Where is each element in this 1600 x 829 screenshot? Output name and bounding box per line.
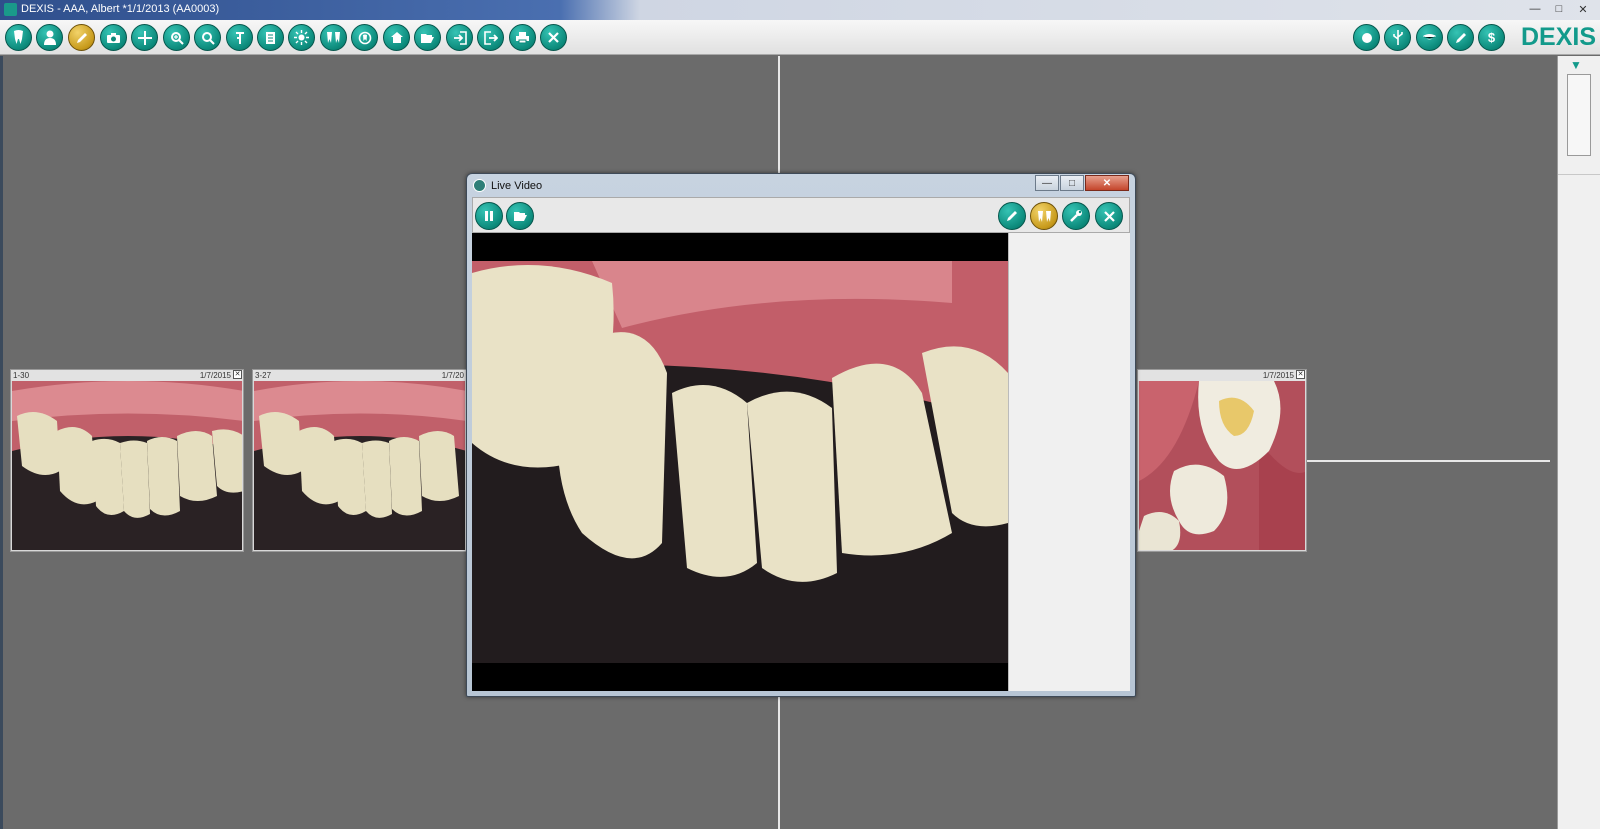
thumbnail-header: 1-30 1/7/2015 ✕ — [11, 370, 243, 381]
thumbnail-image[interactable]: 3-27 1/7/20 — [252, 369, 467, 552]
live-video-maximize-button[interactable]: □ — [1060, 175, 1084, 191]
live-video-side-panel — [1008, 233, 1130, 691]
right-panel: ▼ — [1557, 56, 1600, 829]
thumbnail-close-icon[interactable]: ✕ — [233, 370, 242, 379]
thumbnail-image[interactable]: 1/7/2015 ✕ — [1137, 369, 1307, 552]
record-icon[interactable] — [1353, 24, 1380, 51]
notes-icon[interactable] — [257, 24, 284, 51]
tooth-icon[interactable] — [5, 24, 32, 51]
pen-icon[interactable] — [998, 202, 1026, 230]
maximize-button[interactable]: □ — [1548, 0, 1570, 18]
close-button[interactable]: ✕ — [1572, 0, 1594, 18]
app-icon — [4, 3, 17, 16]
import-icon[interactable] — [446, 24, 473, 51]
live-video-close-button[interactable]: ✕ — [1085, 175, 1129, 191]
live-video-title: Live Video — [491, 179, 543, 192]
grid-line-vertical-bottom — [778, 693, 780, 829]
thumbnail-header: 3-27 1/7/20 — [253, 370, 466, 381]
close-x-icon[interactable] — [1095, 202, 1123, 230]
brightness-icon[interactable] — [288, 24, 315, 51]
patient-icon[interactable] — [36, 24, 63, 51]
minimize-button[interactable]: — — [1524, 0, 1546, 18]
thumbnail-close-icon[interactable]: ✕ — [1296, 370, 1305, 379]
thumbnail-photo — [12, 381, 242, 550]
right-panel-divider — [1558, 174, 1600, 175]
crosshair-icon[interactable] — [131, 24, 158, 51]
zoom-icon[interactable] — [194, 24, 221, 51]
grid-line-horizontal — [1307, 460, 1550, 462]
grid-line-vertical-top — [778, 56, 780, 176]
right-panel-slot[interactable] — [1567, 74, 1591, 156]
billing-dollar-icon[interactable]: $ — [1478, 24, 1505, 51]
thumbnail-label: 3-27 — [255, 371, 272, 380]
live-video-app-icon — [473, 179, 486, 192]
camera-icon[interactable] — [100, 24, 127, 51]
mouth-icon[interactable] — [1416, 24, 1443, 51]
zoom-in-icon[interactable] — [163, 24, 190, 51]
window-title: DEXIS - AAA, Albert *1/1/2013 (AA0003) — [21, 3, 220, 15]
workspace-left-edge — [0, 56, 3, 829]
usb-icon[interactable] — [1384, 24, 1411, 51]
thumbnail-photo — [254, 381, 465, 550]
live-video-feed — [472, 233, 1008, 691]
thumbnail-date: 1/7/20 — [441, 371, 464, 380]
home-icon[interactable] — [383, 24, 410, 51]
live-video-toolbar — [472, 197, 1130, 233]
thumbnail-header: 1/7/2015 ✕ — [1138, 370, 1306, 381]
measure-icon[interactable] — [226, 24, 253, 51]
live-video-window[interactable]: Live Video — □ ✕ — [466, 173, 1136, 697]
thumbnail-photo — [1139, 381, 1305, 550]
thumbnail-date: 1/7/2015 — [1262, 371, 1294, 380]
print-icon[interactable] — [509, 24, 536, 51]
pause-icon[interactable] — [475, 202, 503, 230]
tooth-chart-icon[interactable] — [351, 24, 378, 51]
expand-arrow-icon[interactable]: ▼ — [1570, 58, 1582, 72]
open-folder-icon[interactable] — [506, 202, 534, 230]
open-folder-icon[interactable] — [414, 24, 441, 51]
live-video-window-controls: — □ ✕ — [1035, 175, 1129, 191]
title-bar: DEXIS - AAA, Albert *1/1/2013 (AA0003) —… — [0, 0, 1600, 20]
thumbnail-date: 1/7/2015 — [199, 371, 231, 380]
export-icon[interactable] — [477, 24, 504, 51]
thumbnail-label: 1-30 — [13, 371, 30, 380]
main-toolbar: $ DEXIS — [0, 20, 1600, 55]
dexis-logo: DEXIS — [1520, 23, 1596, 51]
teeth-compare-icon[interactable] — [1030, 202, 1058, 230]
live-video-title-bar: Live Video — [473, 177, 542, 194]
teeth-compare-icon[interactable] — [320, 24, 347, 51]
close-x-icon[interactable] — [540, 24, 567, 51]
live-video-minimize-button[interactable]: — — [1035, 175, 1059, 191]
wrench-icon[interactable] — [1062, 202, 1090, 230]
edit-pencil-icon[interactable] — [1447, 24, 1474, 51]
window-controls: — □ ✕ — [1524, 0, 1594, 18]
annotate-pen-icon[interactable] — [68, 24, 95, 51]
thumbnail-image[interactable]: 1-30 1/7/2015 ✕ — [10, 369, 244, 552]
